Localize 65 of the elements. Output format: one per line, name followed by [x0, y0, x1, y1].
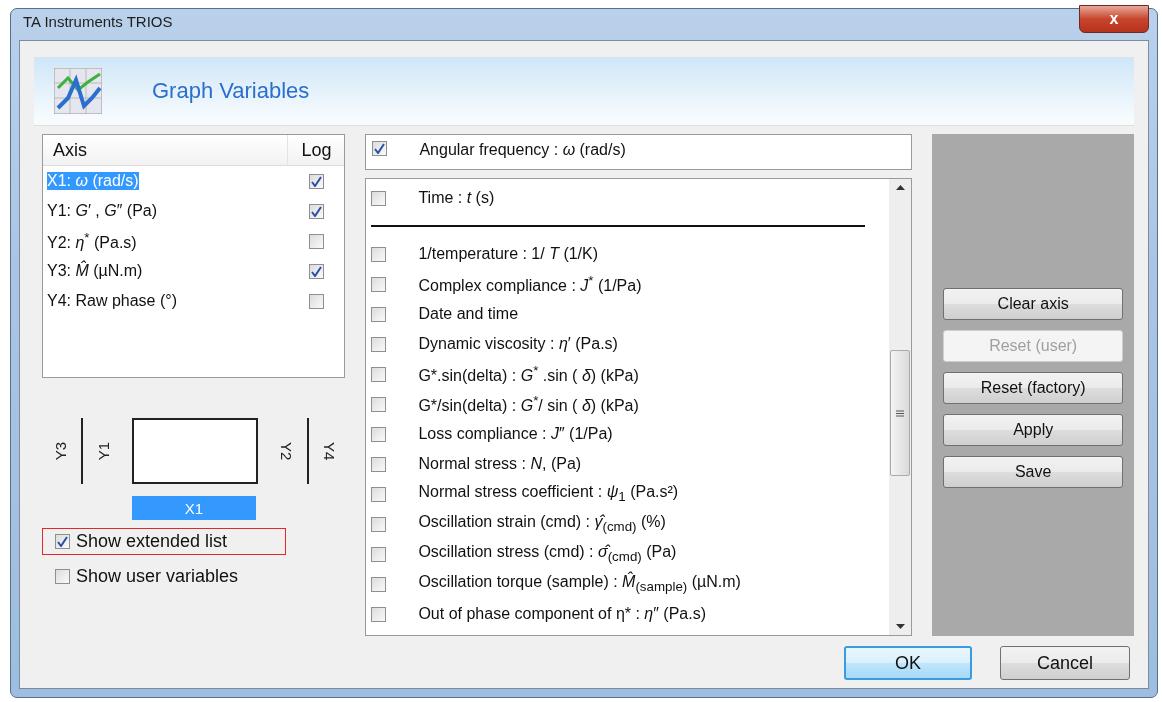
checkbox[interactable]	[308, 233, 324, 249]
action-button[interactable]: Reset (factory)	[943, 372, 1124, 404]
dialog-button[interactable]: Cancel	[1000, 646, 1130, 680]
checkbox[interactable]	[371, 606, 387, 622]
close-button[interactable]: x	[1079, 4, 1149, 33]
checkbox[interactable]	[371, 306, 387, 322]
checkbox[interactable]	[371, 276, 387, 292]
window-title: TA Instruments TRIOS	[22, 13, 173, 30]
variable-label[interactable]: Oscillation stress (cmd) : σ̂$_{(cmd)}$ (Pa)	[418, 543, 677, 565]
axis-label: Y3	[52, 442, 69, 461]
checkbox[interactable]	[371, 396, 387, 412]
checkbox[interactable]	[308, 293, 324, 309]
axis-item[interactable]: Y1: G′ , G″ (Pa)	[47, 202, 158, 220]
option-label: Show extended list	[76, 531, 228, 552]
checkbox[interactable]	[371, 190, 387, 206]
variable-label[interactable]: Date and time	[418, 305, 519, 323]
checkbox[interactable]	[308, 173, 324, 189]
option-row[interactable]: Show user variables	[42, 563, 286, 590]
variable-label[interactable]: Oscillation strain (cmd) : γ̂$_{(cmd)}$ (%)	[418, 513, 666, 535]
axis-label: Y1	[95, 442, 112, 461]
scroll-thumb[interactable]	[890, 350, 911, 476]
checkbox[interactable]	[371, 426, 387, 442]
checkbox[interactable]	[372, 141, 388, 156]
axis-item[interactable]: Y4: Raw phase (°)	[47, 292, 177, 310]
action-button[interactable]: Clear axis	[943, 288, 1124, 320]
variable-label[interactable]: Oscillation torque (sample) : M̂$_{(sample)}$ (µN.m)	[418, 573, 741, 595]
variable-label[interactable]: G*/sin(delta) : G$^{*}$/ sin ( δ) (kPa)	[418, 392, 639, 416]
dialog-heading: Graph Variables	[152, 78, 310, 104]
variable-label[interactable]: Normal stress : N, (Pa)	[418, 455, 582, 473]
checkbox[interactable]	[371, 246, 387, 262]
checkbox[interactable]	[308, 203, 324, 219]
column-header: Axis	[52, 138, 88, 162]
scroll-down-icon[interactable]	[895, 624, 905, 629]
checkbox[interactable]	[371, 456, 387, 472]
dialog-button[interactable]: OK	[844, 646, 972, 680]
axis-label: Y4	[321, 442, 338, 461]
checkbox[interactable]	[371, 486, 387, 502]
variable-label[interactable]: Normal stress coefficient : ψ$_{1}$ (Pa.s²)	[418, 483, 679, 505]
variable-label[interactable]: Complex compliance : J$^{*}$ (1/Pa)	[418, 272, 642, 296]
variable-label[interactable]: G*.sin(delta) : G$^{*}$ .sin ( δ) (kPa)	[418, 362, 639, 386]
option-label: Show user variables	[76, 566, 239, 587]
variable-label[interactable]: Dynamic viscosity : η′ (Pa.s)	[418, 335, 618, 353]
checkbox[interactable]	[371, 576, 387, 592]
scroll-up-icon[interactable]	[895, 185, 905, 190]
variable-label[interactable]: Loss compliance : J″ (1/Pa)	[418, 425, 613, 443]
scrollbar[interactable]	[889, 179, 912, 635]
checkbox[interactable]	[55, 534, 70, 549]
column-header: Log	[287, 135, 345, 165]
axis-item[interactable]: Y2: η$^{*}$ (Pa.s)	[47, 229, 137, 253]
axis-item[interactable]: Y3: M̂ (µN.m)	[47, 262, 143, 280]
variable-label[interactable]: Out of phase component of η* : η″ (Pa.s)	[418, 605, 706, 623]
checkbox[interactable]	[55, 569, 70, 584]
axis-label: Y2	[278, 442, 295, 461]
variable-label[interactable]: Time : t (s)	[418, 189, 495, 207]
action-button[interactable]: Apply	[943, 414, 1124, 446]
variable-label[interactable]: 1/temperature : 1/ T (1/K)	[418, 245, 599, 263]
checkbox[interactable]	[371, 516, 387, 532]
checkbox[interactable]	[371, 546, 387, 562]
action-button[interactable]: Save	[943, 456, 1124, 488]
variable-label: Angular frequency : ω (rad/s)	[419, 141, 626, 159]
checkbox[interactable]	[308, 263, 324, 279]
option-row[interactable]: Show extended list	[42, 528, 286, 555]
checkbox[interactable]	[371, 366, 387, 382]
graph-icon	[54, 68, 102, 114]
checkbox[interactable]	[371, 336, 387, 352]
